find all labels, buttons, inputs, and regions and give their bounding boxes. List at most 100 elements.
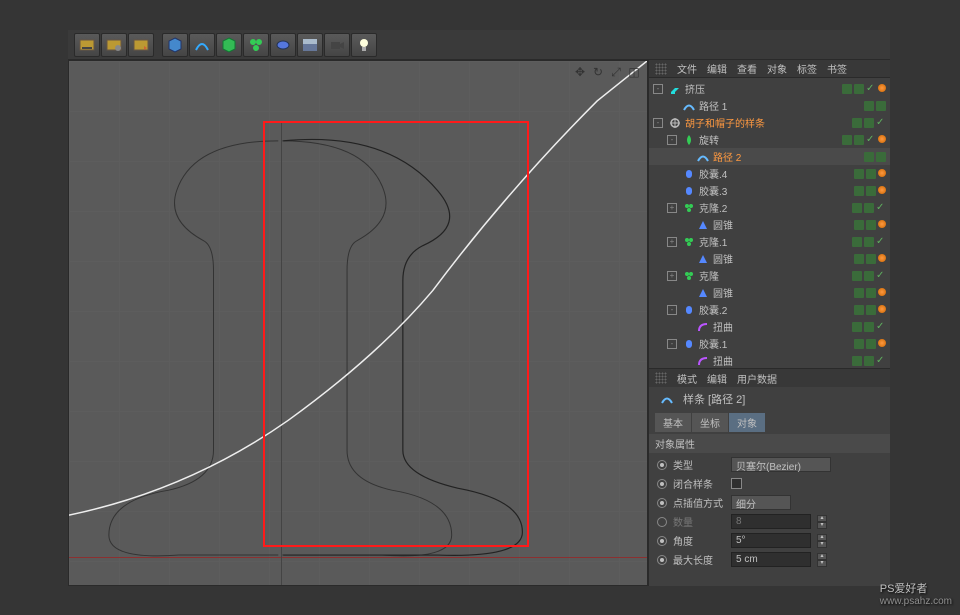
tree-row[interactable]: 圆锥 — [649, 216, 890, 233]
tag-icon[interactable] — [878, 288, 886, 296]
visibility-toggle[interactable] — [854, 169, 864, 179]
tag-icon[interactable] — [878, 305, 886, 313]
tab-object[interactable]: 对象 — [729, 413, 765, 432]
input-count[interactable] — [731, 514, 811, 529]
deformer-btn[interactable] — [270, 33, 296, 57]
visibility-toggle[interactable] — [854, 220, 864, 230]
vp-rotate-icon[interactable]: ↻ — [591, 65, 605, 79]
visibility-toggle[interactable] — [864, 356, 874, 366]
visibility-toggle[interactable] — [852, 322, 862, 332]
tag-icon[interactable] — [878, 339, 886, 347]
render-btn[interactable] — [74, 33, 100, 57]
visibility-toggle[interactable] — [876, 152, 886, 162]
menu-object[interactable]: 对象 — [767, 61, 787, 76]
visibility-toggle[interactable] — [852, 237, 862, 247]
cube-btn[interactable] — [162, 33, 188, 57]
tree-row[interactable]: -旋转✓ — [649, 131, 890, 148]
radio-icon[interactable] — [657, 555, 667, 565]
tree-row[interactable]: 路径 1 — [649, 97, 890, 114]
visibility-toggle[interactable] — [864, 152, 874, 162]
menu-edit[interactable]: 编辑 — [707, 61, 727, 76]
tree-toggle[interactable]: - — [653, 84, 663, 94]
grip-icon[interactable] — [655, 372, 667, 384]
radio-icon[interactable] — [657, 460, 667, 470]
tree-row[interactable]: +克隆✓ — [649, 267, 890, 284]
visibility-toggle[interactable] — [864, 322, 874, 332]
input-angle[interactable] — [731, 533, 811, 548]
vp-zoom-icon[interactable]: ⤢ — [609, 65, 623, 79]
enable-check-icon[interactable]: ✓ — [866, 84, 876, 94]
menu-bookmarks[interactable]: 书签 — [827, 61, 847, 76]
checkbox-close[interactable] — [731, 478, 742, 489]
spinner-maxlen[interactable]: ▴▾ — [817, 553, 827, 567]
visibility-toggle[interactable] — [852, 356, 862, 366]
radio-icon[interactable] — [657, 498, 667, 508]
tree-row[interactable]: -挤压✓ — [649, 80, 890, 97]
visibility-toggle[interactable] — [854, 135, 864, 145]
visibility-toggle[interactable] — [876, 101, 886, 111]
attr-menu-userdata[interactable]: 用户数据 — [737, 371, 777, 386]
visibility-toggle[interactable] — [852, 118, 862, 128]
visibility-toggle[interactable] — [864, 118, 874, 128]
menu-tags[interactable]: 标签 — [797, 61, 817, 76]
visibility-toggle[interactable] — [854, 254, 864, 264]
visibility-toggle[interactable] — [866, 186, 876, 196]
visibility-toggle[interactable] — [852, 203, 862, 213]
enable-check-icon[interactable]: ✓ — [876, 203, 886, 213]
tag-icon[interactable] — [878, 169, 886, 177]
tree-row[interactable]: 扭曲✓ — [649, 318, 890, 335]
enable-check-icon[interactable]: ✓ — [876, 322, 886, 332]
visibility-toggle[interactable] — [864, 203, 874, 213]
visibility-toggle[interactable] — [842, 84, 852, 94]
environment-btn[interactable] — [297, 33, 323, 57]
visibility-toggle[interactable] — [864, 237, 874, 247]
enable-check-icon[interactable]: ✓ — [876, 237, 886, 247]
tree-toggle[interactable]: - — [653, 118, 663, 128]
tree-row[interactable]: -胡子和帽子的样条✓ — [649, 114, 890, 131]
tree-row[interactable]: -胶囊.1 — [649, 335, 890, 352]
tab-basic[interactable]: 基本 — [655, 413, 691, 432]
visibility-toggle[interactable] — [854, 339, 864, 349]
visibility-toggle[interactable] — [854, 288, 864, 298]
visibility-toggle[interactable] — [866, 169, 876, 179]
spline-btn[interactable] — [189, 33, 215, 57]
tab-coord[interactable]: 坐标 — [692, 413, 728, 432]
tag-icon[interactable] — [878, 84, 886, 92]
select-type[interactable]: 贝塞尔(Bezier) — [731, 457, 831, 472]
enable-check-icon[interactable]: ✓ — [876, 118, 886, 128]
visibility-toggle[interactable] — [866, 288, 876, 298]
visibility-toggle[interactable] — [866, 254, 876, 264]
tag-icon[interactable] — [878, 135, 886, 143]
tree-toggle[interactable]: - — [667, 305, 677, 315]
camera-btn[interactable] — [324, 33, 350, 57]
spinner-angle[interactable]: ▴▾ — [817, 534, 827, 548]
visibility-toggle[interactable] — [866, 305, 876, 315]
tree-toggle[interactable]: + — [667, 203, 677, 213]
vp-layout-icon[interactable]: ◫ — [627, 65, 641, 79]
visibility-toggle[interactable] — [854, 84, 864, 94]
menu-file[interactable]: 文件 — [677, 61, 697, 76]
tree-row[interactable]: 圆锥 — [649, 250, 890, 267]
input-maxlen[interactable] — [731, 552, 811, 567]
tree-row[interactable]: 圆锥 — [649, 284, 890, 301]
enable-check-icon[interactable]: ✓ — [876, 356, 886, 366]
tree-row[interactable]: +克隆.2✓ — [649, 199, 890, 216]
tree-row[interactable]: 胶囊.3 — [649, 182, 890, 199]
tree-row[interactable]: 胶囊.4 — [649, 165, 890, 182]
radio-icon[interactable] — [657, 517, 667, 527]
enable-check-icon[interactable]: ✓ — [876, 271, 886, 281]
viewport[interactable]: ✥ ↻ ⤢ ◫ — [68, 60, 648, 586]
generator-btn[interactable] — [216, 33, 242, 57]
visibility-toggle[interactable] — [852, 271, 862, 281]
object-tree[interactable]: -挤压✓路径 1-胡子和帽子的样条✓-旋转✓路径 2胶囊.4胶囊.3+克隆.2✓… — [649, 78, 890, 368]
visibility-toggle[interactable] — [854, 186, 864, 196]
light-btn[interactable] — [351, 33, 377, 57]
render-settings-btn[interactable] — [101, 33, 127, 57]
tag-icon[interactable] — [878, 220, 886, 228]
enable-check-icon[interactable]: ✓ — [866, 135, 876, 145]
visibility-toggle[interactable] — [864, 101, 874, 111]
tree-toggle[interactable]: - — [667, 339, 677, 349]
render-region-btn[interactable] — [128, 33, 154, 57]
tree-toggle[interactable]: + — [667, 271, 677, 281]
radio-icon[interactable] — [657, 536, 667, 546]
